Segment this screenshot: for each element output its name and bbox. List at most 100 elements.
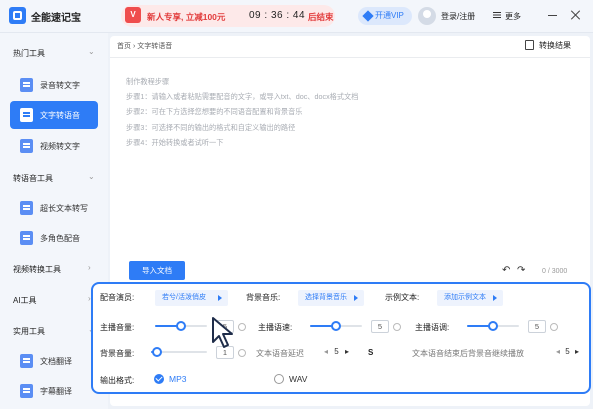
voice-settings-panel: 配音演员: 若兮/活泼俏皮 背景音乐: 选择背景音乐 示例文本: 添加示例文本 …: [91, 282, 591, 394]
redo-icon[interactable]: ↷: [517, 265, 525, 276]
delay-label: 文本语音延迟: [256, 349, 304, 358]
translate-icon: [20, 354, 33, 368]
format-mp3-label[interactable]: MP3: [169, 374, 186, 384]
format-wav-label[interactable]: WAV: [289, 374, 307, 384]
sidebar-item-long-text[interactable]: 超长文本转写: [10, 194, 98, 222]
sidebar-item-video-to-text[interactable]: 视频转文字: [10, 132, 98, 160]
voice-actor-value: 若兮/活泼俏皮: [162, 294, 206, 301]
sidebar-item-label: 超长文本转写: [40, 204, 88, 213]
bgm-value: 选择背景音乐: [305, 294, 347, 301]
breadcrumb: 首页 › 文字转语音: [117, 43, 173, 50]
result-icon[interactable]: [525, 40, 534, 50]
video-file-icon: [20, 139, 33, 153]
sidebar-item-multi-role[interactable]: 多角色配音: [10, 224, 98, 252]
caret-right-icon: [354, 295, 358, 301]
sidebar-item-label: 视频转文字: [40, 142, 80, 151]
avatar[interactable]: [418, 7, 436, 25]
sidebar-item-text-to-speech[interactable]: 文字转语音: [10, 101, 98, 129]
caret-right-icon: [493, 295, 497, 301]
subtitle-icon: [20, 384, 33, 398]
delay-unit: S: [368, 348, 374, 357]
promo-text: 新人专享, 立减100元: [147, 12, 226, 22]
minimize-icon[interactable]: [548, 15, 557, 16]
speed-label: 主播语速:: [258, 323, 293, 332]
caret-right-icon: [218, 295, 222, 301]
chevron-down-icon[interactable]: ⌄: [88, 172, 95, 181]
sidebar-item-doc-translate[interactable]: 文档翻译: [10, 347, 98, 375]
chevron-right-icon[interactable]: ›: [88, 263, 91, 272]
mouse-cursor-icon: [212, 317, 233, 348]
sidebar-group-ai[interactable]: AI工具: [13, 295, 37, 306]
format-mp3-radio[interactable]: [154, 374, 164, 384]
continue-bgm-label: 文本语音结束后背景音继续播放: [412, 349, 524, 358]
more-button[interactable]: 更多: [505, 11, 521, 22]
promo-banner[interactable]: V 新人专享, 立减100元 09 : 36 : 44 后结束: [121, 5, 335, 27]
promo-end-text: 后结束: [308, 12, 334, 22]
delay-value: 5: [334, 347, 339, 356]
bgm-select[interactable]: 选择背景音乐: [298, 290, 364, 306]
placeholder-line: 步骤4：开始转换或者试听一下: [126, 137, 224, 147]
decrement-icon[interactable]: ◂: [556, 347, 560, 356]
sidebar-item-label: 多角色配音: [40, 234, 80, 243]
sidebar-item-subtitle-translate[interactable]: 字幕翻译: [10, 377, 98, 405]
sample-text-select[interactable]: 添加示例文本: [437, 290, 503, 306]
placeholder-line: 步骤3：可选择不同的输出的格式和自定义输出的路径: [126, 122, 296, 132]
reset-icon[interactable]: [238, 349, 246, 357]
placeholder-line: 步骤1：请输入或者粘贴需要配音的文字，或导入txt、doc、docx格式文档: [126, 92, 359, 102]
sidebar-item-audio-to-text[interactable]: 录音转文字: [10, 71, 98, 99]
voice-actor-select[interactable]: 若兮/活泼俏皮: [155, 290, 228, 306]
decrement-icon[interactable]: ◂: [324, 347, 328, 356]
volume-label: 主播音量:: [100, 323, 135, 332]
continue-bgm-stepper[interactable]: ◂ 5 ▸: [556, 347, 579, 356]
placeholder-line: 步骤2：可在下方选择您想要的不同语音配置和背景音乐: [126, 107, 303, 117]
pitch-value[interactable]: 5: [528, 320, 546, 333]
vip-button-label: 开通VIP: [375, 11, 404, 20]
speed-slider[interactable]: [310, 320, 362, 332]
reset-icon[interactable]: [550, 323, 558, 331]
convert-result-button[interactable]: 转换结果: [539, 40, 571, 51]
menu-icon[interactable]: [493, 11, 501, 19]
bgm-label: 背景音乐:: [246, 293, 281, 302]
reset-icon[interactable]: [393, 323, 401, 331]
pitch-label: 主播语调:: [415, 323, 450, 332]
placeholder-line: 制作教程步骤: [126, 77, 170, 86]
voice-actor-label: 配音演员:: [100, 293, 135, 302]
format-wav-radio[interactable]: [274, 374, 284, 384]
sidebar-group-video[interactable]: 视频转换工具: [13, 264, 61, 275]
document-icon: [20, 108, 33, 122]
pitch-slider[interactable]: [467, 320, 519, 332]
promo-countdown: 09 : 36 : 44: [249, 10, 306, 21]
login-button[interactable]: 登录/注册: [441, 11, 475, 22]
delay-stepper[interactable]: ◂ 5 ▸: [324, 347, 349, 356]
audio-file-icon: [20, 78, 33, 92]
sidebar-group-tts[interactable]: 转语音工具: [13, 173, 53, 184]
increment-icon[interactable]: ▸: [575, 347, 579, 356]
sidebar-group-utility[interactable]: 实用工具: [13, 326, 45, 337]
promo-badge-icon: V: [125, 7, 141, 23]
long-text-icon: [20, 201, 33, 215]
bg-volume-slider[interactable]: [151, 346, 207, 358]
app-logo-icon: [9, 7, 26, 24]
continue-bgm-value: 5: [565, 347, 570, 356]
increment-icon[interactable]: ▸: [345, 347, 349, 356]
speed-value[interactable]: 5: [371, 320, 389, 333]
import-document-button[interactable]: 导入文档: [129, 261, 185, 280]
divider: [110, 57, 590, 58]
vip-button[interactable]: 开通VIP: [358, 7, 412, 25]
volume-slider[interactable]: [155, 320, 207, 332]
close-icon[interactable]: [571, 10, 581, 20]
undo-icon[interactable]: ↶: [502, 265, 510, 276]
sidebar-item-label: 字幕翻译: [40, 387, 72, 396]
text-input-area[interactable]: 制作教程步骤 步骤1：请输入或者粘贴需要配音的文字，或导入txt、doc、doc…: [126, 74, 566, 150]
multi-role-icon: [20, 231, 33, 245]
diamond-icon: [362, 10, 374, 22]
format-label: 输出格式:: [100, 376, 135, 385]
character-counter: 0 / 3000: [542, 268, 568, 275]
sidebar-item-label: 文字转语音: [40, 111, 80, 120]
chevron-down-icon[interactable]: ⌄: [88, 47, 95, 56]
app-title: 全能速记宝: [31, 13, 81, 24]
sidebar-item-label: 录音转文字: [40, 81, 80, 90]
sidebar-group-hot[interactable]: 热门工具: [13, 48, 45, 59]
sidebar-item-label: 文档翻译: [40, 357, 72, 366]
title-bar: 全能速记宝 V 新人专享, 立减100元 09 : 36 : 44 后结束 开通…: [0, 0, 593, 33]
